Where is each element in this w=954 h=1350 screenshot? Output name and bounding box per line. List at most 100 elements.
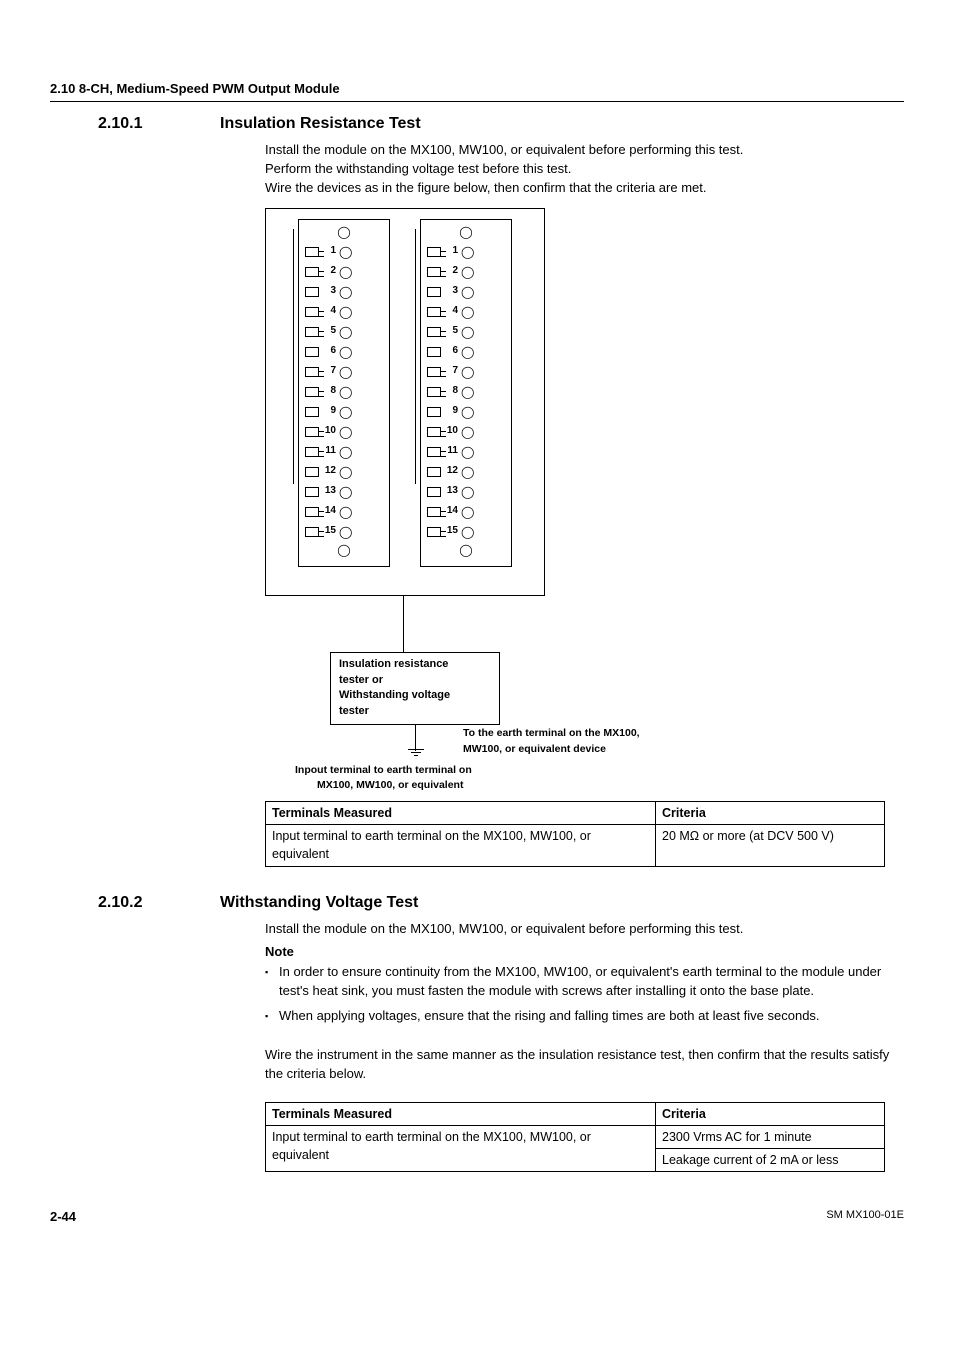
- terminal-column: ◯1◯2◯3◯4◯5◯6◯7◯8◯9◯10◯11◯12◯13◯14◯15◯◯: [298, 219, 390, 567]
- terminal-row: 11◯: [427, 442, 505, 462]
- led-icon: ◯: [339, 406, 352, 418]
- screw-terminal-icon: [305, 347, 319, 357]
- mounting-hole-icon: ◯: [305, 544, 383, 556]
- heading-title: Insulation Resistance Test: [220, 112, 421, 135]
- tester-label: tester: [339, 704, 491, 720]
- mounting-hole-icon: ◯: [427, 226, 505, 238]
- screw-terminal-icon: [305, 527, 319, 537]
- led-icon: ◯: [339, 366, 352, 378]
- terminal-block: ◯1◯2◯3◯4◯5◯6◯7◯8◯9◯10◯11◯12◯13◯14◯15◯◯: [298, 219, 390, 567]
- terminal-row: 5◯: [427, 322, 505, 342]
- terminal-row: 14◯: [427, 502, 505, 522]
- terminal-row: 4◯: [427, 302, 505, 322]
- terminal-row: 8◯: [305, 382, 383, 402]
- led-icon: ◯: [339, 286, 352, 298]
- screw-terminal-icon: [305, 447, 319, 457]
- terminal-row: 2◯: [305, 262, 383, 282]
- terminal-row: 6◯: [427, 342, 505, 362]
- led-icon: ◯: [461, 446, 474, 458]
- screw-terminal-icon: [305, 287, 319, 297]
- led-icon: ◯: [339, 486, 352, 498]
- page-footer: 2-44 SM MX100-01E: [50, 1208, 904, 1227]
- tester-label: tester or: [339, 673, 491, 689]
- terminal-number: 9: [322, 404, 336, 419]
- led-icon: ◯: [461, 326, 474, 338]
- led-icon: ◯: [339, 466, 352, 478]
- terminal-number: 14: [322, 504, 336, 519]
- tester-box: Insulation resistance tester or Withstan…: [330, 652, 500, 726]
- screw-terminal-icon: [427, 447, 441, 457]
- led-icon: ◯: [461, 246, 474, 258]
- screw-terminal-icon: [427, 427, 441, 437]
- terminal-number: 12: [444, 464, 458, 479]
- running-header: 2.10 8-CH, Medium-Speed PWM Output Modul…: [50, 80, 904, 102]
- terminal-number: 4: [322, 304, 336, 319]
- led-icon: ◯: [461, 366, 474, 378]
- table-header: Criteria: [656, 1102, 885, 1125]
- terminal-number: 10: [444, 424, 458, 439]
- caption-line: Inpout terminal to earth terminal on: [295, 763, 595, 778]
- terminal-number: 15: [322, 524, 336, 539]
- screw-terminal-icon: [427, 307, 441, 317]
- led-icon: ◯: [461, 346, 474, 358]
- terminal-number: 5: [322, 324, 336, 339]
- terminal-number: 13: [444, 484, 458, 499]
- terminal-row: 14◯: [305, 502, 383, 522]
- terminal-block: ◯1◯2◯3◯4◯5◯6◯7◯8◯9◯10◯11◯12◯13◯14◯15◯◯: [420, 219, 512, 567]
- terminal-number: 8: [322, 384, 336, 399]
- led-icon: ◯: [339, 446, 352, 458]
- paragraph: Wire the devices as in the figure below,…: [265, 179, 904, 198]
- screw-terminal-icon: [305, 387, 319, 397]
- note-list: In order to ensure continuity from the M…: [265, 963, 904, 1026]
- terminal-number: 12: [322, 464, 336, 479]
- screw-terminal-icon: [305, 467, 319, 477]
- screw-terminal-icon: [427, 267, 441, 277]
- terminal-number: 9: [444, 404, 458, 419]
- terminal-number: 1: [444, 244, 458, 259]
- screw-terminal-icon: [427, 487, 441, 497]
- paragraph: Install the module on the MX100, MW100, …: [265, 920, 904, 939]
- led-icon: ◯: [339, 326, 352, 338]
- terminal-row: 9◯: [305, 402, 383, 422]
- screw-terminal-icon: [427, 407, 441, 417]
- table-cell: Input terminal to earth terminal on the …: [266, 825, 656, 866]
- body-text: Install the module on the MX100, MW100, …: [265, 141, 904, 198]
- led-icon: ◯: [461, 306, 474, 318]
- terminal-number: 11: [444, 444, 458, 459]
- terminal-number: 3: [322, 284, 336, 299]
- terminal-number: 13: [322, 484, 336, 499]
- terminal-row: 12◯: [305, 462, 383, 482]
- terminal-row: 13◯: [305, 482, 383, 502]
- criteria-table-1: Terminals Measured Criteria Input termin…: [265, 801, 885, 866]
- wiring-figure: ◯1◯2◯3◯4◯5◯6◯7◯8◯9◯10◯11◯12◯13◯14◯15◯◯◯1…: [265, 208, 904, 794]
- terminal-row: 8◯: [427, 382, 505, 402]
- terminal-row: 3◯: [305, 282, 383, 302]
- terminal-row: 6◯: [305, 342, 383, 362]
- led-icon: ◯: [339, 246, 352, 258]
- terminal-row: 11◯: [305, 442, 383, 462]
- wire: [403, 596, 404, 652]
- terminal-column: ◯1◯2◯3◯4◯5◯6◯7◯8◯9◯10◯11◯12◯13◯14◯15◯◯: [420, 219, 512, 567]
- led-icon: ◯: [461, 426, 474, 438]
- terminal-number: 1: [322, 244, 336, 259]
- terminal-row: 15◯: [427, 522, 505, 542]
- terminal-number: 4: [444, 304, 458, 319]
- heading-number: 2.10.1: [50, 112, 220, 135]
- screw-terminal-icon: [427, 387, 441, 397]
- terminal-row: 7◯: [305, 362, 383, 382]
- terminal-number: 2: [322, 264, 336, 279]
- screw-terminal-icon: [305, 247, 319, 257]
- terminal-number: 14: [444, 504, 458, 519]
- table-header: Criteria: [656, 802, 885, 825]
- paragraph: Wire the instrument in the same manner a…: [265, 1046, 904, 1084]
- terminal-number: 5: [444, 324, 458, 339]
- led-icon: ◯: [339, 506, 352, 518]
- terminal-row: 10◯: [305, 422, 383, 442]
- body-text: Install the module on the MX100, MW100, …: [265, 920, 904, 1084]
- terminal-row: 12◯: [427, 462, 505, 482]
- list-item: In order to ensure continuity from the M…: [265, 963, 904, 1001]
- paragraph: Install the module on the MX100, MW100, …: [265, 141, 904, 160]
- screw-terminal-icon: [427, 327, 441, 337]
- bus-wire: [415, 229, 416, 484]
- screw-terminal-icon: [427, 347, 441, 357]
